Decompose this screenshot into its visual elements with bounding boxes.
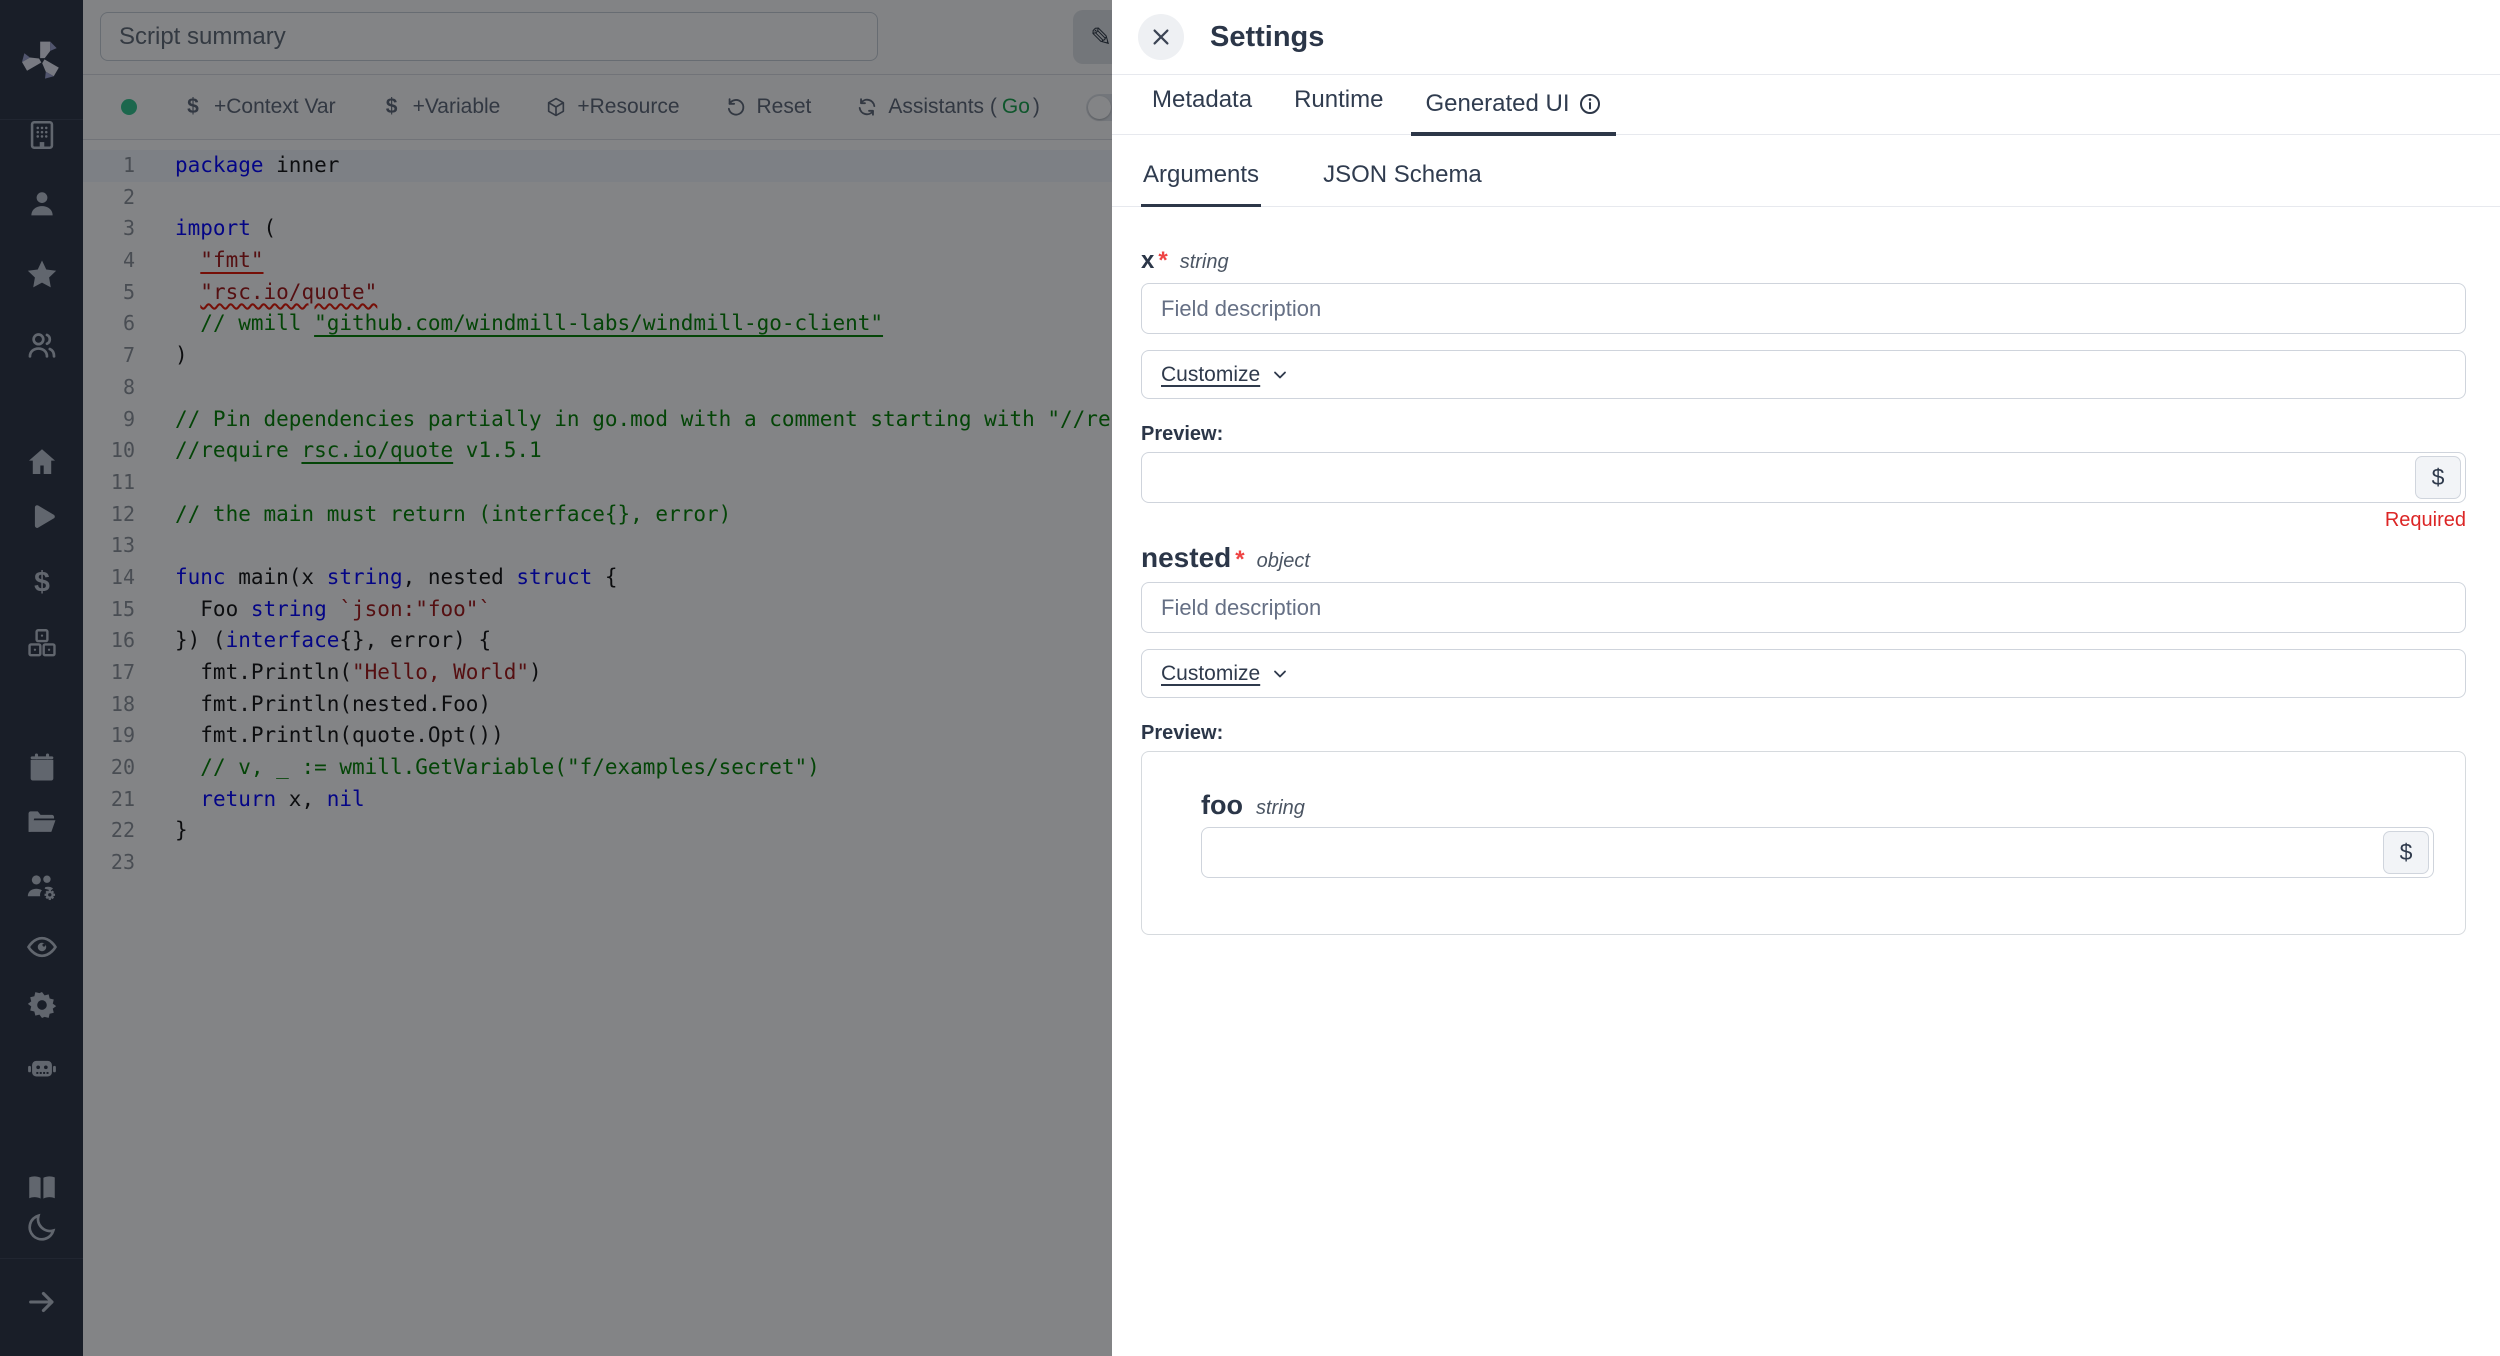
required-star: *: [1235, 546, 1244, 574]
subtab-arguments[interactable]: Arguments: [1141, 161, 1261, 207]
preview-label: Preview:: [1141, 722, 2466, 745]
variable-picker-button[interactable]: $: [2383, 831, 2429, 874]
field-x-customize: Customize: [1141, 350, 2466, 399]
variable-picker-button[interactable]: $: [2415, 456, 2461, 499]
subtab-json-schema[interactable]: JSON Schema: [1321, 161, 1484, 206]
field-x-header: x * string: [1141, 247, 2466, 275]
required-star: *: [1158, 247, 1167, 275]
customize-link[interactable]: Customize: [1161, 662, 1260, 686]
field-x-preview: $: [1141, 452, 2466, 503]
chevron-down-icon: [1270, 365, 1290, 385]
tab-runtime[interactable]: Runtime: [1280, 86, 1397, 134]
field-nested-header: nested * object: [1141, 542, 2466, 574]
nested-object-preview: foo string $: [1141, 751, 2466, 935]
customize-link[interactable]: Customize: [1161, 363, 1260, 387]
child-foo-input[interactable]: [1201, 827, 2434, 878]
field-name: foo: [1201, 790, 1243, 821]
settings-tabs: Metadata Runtime Generated UI: [1112, 75, 2500, 135]
child-foo-input-wrap: $: [1201, 827, 2434, 878]
field-name: nested: [1141, 542, 1231, 574]
field-nested-customize: Customize: [1141, 649, 2466, 698]
arguments-panel: x * string Customize Preview: $ Required…: [1112, 247, 2500, 935]
field-x-preview-input[interactable]: [1141, 452, 2466, 503]
info-icon: [1578, 92, 1602, 116]
child-foo-header: foo string: [1201, 790, 2434, 821]
close-icon[interactable]: [1138, 14, 1184, 60]
generated-ui-subtabs: Arguments JSON Schema: [1112, 161, 2500, 207]
field-name: x: [1141, 247, 1154, 275]
app-root: $ ✎ $+Context Var$+Variable+ResourceRese…: [0, 0, 2500, 1356]
tab-generated-ui[interactable]: Generated UI: [1411, 90, 1615, 136]
field-type: string: [1256, 797, 1305, 820]
drawer-title: Settings: [1210, 21, 1324, 54]
required-message: Required: [1141, 509, 2466, 532]
modal-overlay[interactable]: [0, 0, 1112, 1356]
settings-drawer: Settings Metadata Runtime Generated UI A…: [1112, 0, 2500, 1356]
field-type: object: [1257, 550, 1310, 573]
drawer-header: Settings: [1112, 0, 2500, 75]
preview-label: Preview:: [1141, 423, 2466, 446]
tab-metadata[interactable]: Metadata: [1138, 86, 1266, 134]
chevron-down-icon: [1270, 664, 1290, 684]
field-x-description-input[interactable]: [1141, 283, 2466, 334]
field-type: string: [1180, 251, 1229, 274]
field-nested-description-input[interactable]: [1141, 582, 2466, 633]
